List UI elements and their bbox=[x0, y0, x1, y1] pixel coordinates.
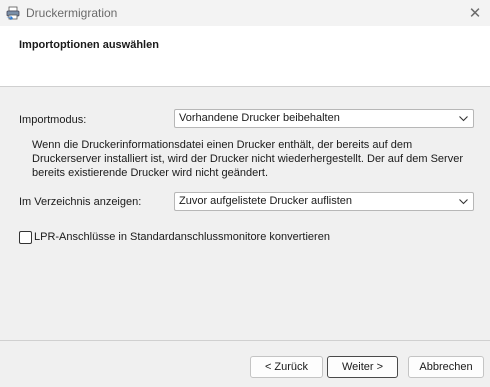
directory-dropdown[interactable]: Zuvor aufgelistete Drucker auflisten bbox=[174, 192, 474, 211]
lpr-checkbox-label[interactable]: LPR-Anschlüsse in Standardanschlussmonit… bbox=[34, 231, 330, 243]
import-mode-dropdown[interactable]: Vorhandene Drucker beibehalten bbox=[174, 109, 474, 128]
printer-migration-icon bbox=[6, 6, 20, 21]
back-button[interactable]: < Zurück bbox=[250, 356, 323, 378]
lpr-checkbox[interactable] bbox=[19, 231, 32, 244]
directory-value: Zuvor aufgelistete Drucker auflisten bbox=[179, 195, 353, 207]
chevron-down-icon bbox=[458, 196, 469, 207]
cancel-button[interactable]: Abbrechen bbox=[408, 356, 484, 378]
chevron-down-icon bbox=[458, 113, 469, 124]
import-mode-description: Wenn die Druckerinformationsdatei einen … bbox=[32, 139, 463, 179]
close-icon[interactable]: ✕ bbox=[460, 0, 490, 26]
window-title: Druckermigration bbox=[26, 6, 118, 20]
next-button[interactable]: Weiter > bbox=[327, 356, 398, 378]
import-mode-value: Vorhandene Drucker beibehalten bbox=[179, 112, 340, 124]
page-title: Importoptionen auswählen bbox=[19, 39, 159, 51]
header-divider bbox=[0, 86, 490, 87]
footer-divider bbox=[0, 340, 490, 341]
wizard-header: Importoptionen auswählen bbox=[0, 26, 490, 86]
title-bar: Druckermigration ✕ bbox=[0, 0, 490, 26]
import-mode-label: Importmodus: bbox=[19, 114, 87, 126]
directory-label: Im Verzeichnis anzeigen: bbox=[19, 196, 142, 208]
